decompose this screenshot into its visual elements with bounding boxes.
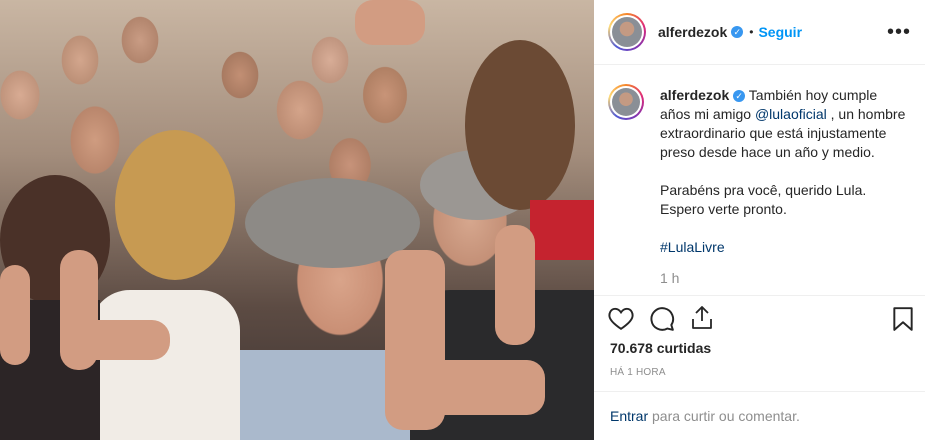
more-options-icon[interactable]: ••• — [887, 22, 911, 42]
caption-line-4: preso desde hace un año y medio. — [660, 144, 875, 160]
caption-line-5: Parabéns pra você, querido Lula. — [660, 182, 867, 198]
caption-avatar-image — [612, 88, 640, 116]
caption-avatar-frame — [610, 86, 642, 118]
hashtag-link[interactable]: #LulaLivre — [660, 238, 920, 257]
caption-area: alferdezok ✓ También hoy cumple años mi … — [594, 65, 925, 296]
login-prompt-text: Entrar para curtir ou comentar. — [610, 408, 800, 424]
mention-link[interactable]: @lulaoficial — [755, 106, 827, 122]
caption-age[interactable]: 1 h — [660, 269, 920, 288]
caption-text-2a: años mi amigo — [660, 106, 755, 122]
photo-hand-left-thumb — [60, 320, 170, 360]
caption-username[interactable]: alferdezok — [660, 87, 729, 103]
photo-dress-red — [530, 200, 594, 260]
post-header: alferdezok ✓ • Seguir ••• — [594, 0, 925, 65]
post-actions: 70.678 curtidas HÁ 1 HORA Entrar para cu… — [594, 296, 925, 441]
photo-hand-center-thumb — [395, 360, 545, 415]
follow-button[interactable]: Seguir — [758, 24, 802, 40]
caption-text-2b: , un hombre — [826, 106, 906, 122]
photo-hand-top — [355, 0, 425, 45]
photo-dress-blonde — [90, 290, 240, 440]
post-timestamp[interactable]: HÁ 1 HORA — [610, 367, 666, 378]
bookmark-icon[interactable] — [892, 306, 914, 337]
avatar-frame — [610, 15, 644, 49]
caption-line-1: alferdezok ✓ También hoy cumple — [660, 86, 920, 105]
photo-hair-woman-right — [465, 40, 575, 210]
caption-verified-icon: ✓ — [733, 90, 746, 103]
photo-hand-right — [495, 225, 535, 345]
caption-line-3: extraordinario que está injustamente — [660, 125, 887, 141]
likes-count[interactable]: 70.678 curtidas — [610, 340, 711, 356]
photo-hair-woman-blonde — [115, 130, 235, 280]
login-prompt: Entrar para curtir ou comentar. — [594, 391, 925, 442]
caption-text-1: También hoy cumple — [748, 87, 878, 103]
caption-avatar[interactable] — [608, 84, 644, 120]
avatar-image — [612, 17, 642, 47]
verified-badge-icon: ✓ — [731, 26, 744, 38]
comment-icon[interactable] — [649, 306, 675, 337]
share-icon[interactable] — [690, 305, 714, 336]
header-username[interactable]: alferdezok — [658, 24, 727, 40]
post-photo[interactable] — [0, 0, 594, 440]
login-link[interactable]: Entrar — [610, 408, 648, 424]
caption-line-2: años mi amigo @lulaoficial , un hombre — [660, 105, 920, 124]
photo-hand-far-left — [0, 265, 30, 365]
caption-line-6: Espero verte pronto. — [660, 201, 787, 217]
heart-icon[interactable] — [608, 306, 634, 335]
caption-text: alferdezok ✓ También hoy cumple años mi … — [660, 86, 920, 288]
login-rest-text: para curtir ou comentar. — [648, 408, 800, 424]
avatar[interactable] — [608, 13, 646, 51]
instagram-post: alferdezok ✓ • Seguir ••• alferdezok ✓ T… — [0, 0, 925, 440]
header-separator: • — [749, 25, 754, 39]
